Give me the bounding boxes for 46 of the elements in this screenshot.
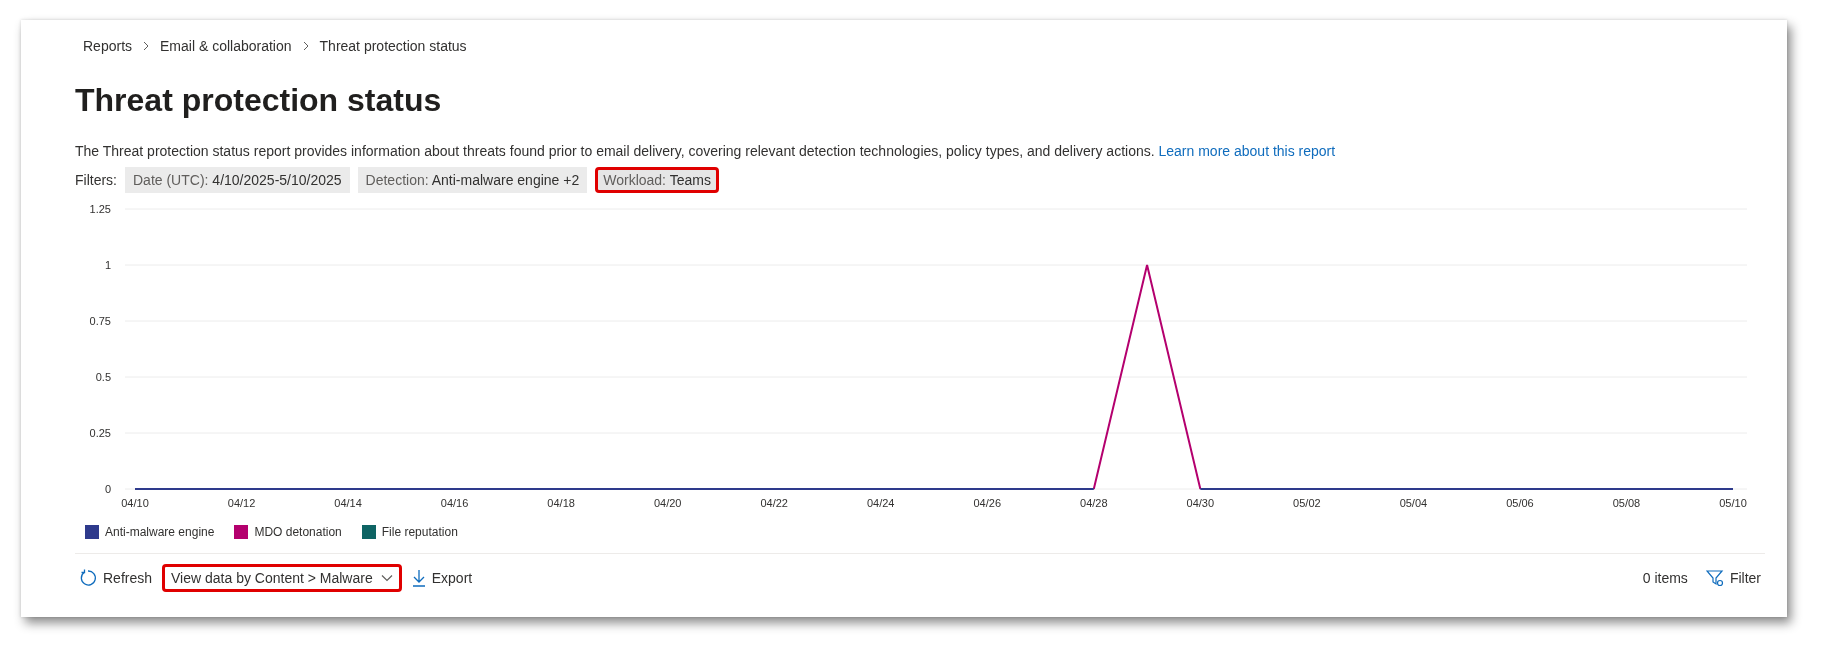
x-axis-label: 04/30 <box>1186 497 1215 509</box>
chevron-right-icon <box>301 41 310 51</box>
page-title: Threat protection status <box>75 82 443 119</box>
x-axis-label: 05/04 <box>1399 497 1428 509</box>
x-axis-label: 04/22 <box>760 497 788 509</box>
view-data-dropdown[interactable]: View data by Content > Malware <box>162 564 402 592</box>
export-button[interactable]: Export <box>407 565 477 591</box>
legend-label: File reputation <box>381 525 458 539</box>
legend-label: Anti-malware engine <box>105 525 215 539</box>
chevron-right-icon <box>142 41 151 51</box>
x-axis-label: 04/24 <box>866 497 895 509</box>
x-axis-label: 05/06 <box>1506 497 1534 509</box>
breadcrumb-link[interactable]: Threat protection status <box>319 38 467 54</box>
chevron-down-icon <box>380 574 393 582</box>
x-axis-label: 04/20 <box>653 497 682 509</box>
y-axis-label: 0.25 <box>89 427 111 439</box>
y-axis-label: 1 <box>104 259 111 271</box>
filter-chip[interactable]: Workload: Teams <box>595 167 719 193</box>
x-axis-label: 05/10 <box>1719 497 1747 509</box>
refresh-icon <box>79 569 97 587</box>
x-axis-label: 04/26 <box>973 497 1002 509</box>
download-icon <box>411 569 426 587</box>
filter-chip[interactable]: Date (UTC): 4/10/2025-5/10/2025 <box>125 167 350 193</box>
filter-button[interactable]: Filter <box>1701 565 1765 591</box>
filters-label: Filters: <box>75 172 117 188</box>
breadcrumb-link[interactable]: Email & collaboration <box>160 38 292 54</box>
learn-more-link[interactable]: Learn more about this report <box>1158 143 1336 159</box>
filter-chip[interactable]: Detection: Anti-malware engine +2 <box>357 167 588 193</box>
x-axis-label: 05/08 <box>1612 497 1641 509</box>
y-axis-label: 0.75 <box>89 315 111 327</box>
x-axis-label: 04/16 <box>440 497 469 509</box>
y-axis-label: 0 <box>104 483 111 495</box>
x-axis-label: 04/10 <box>121 497 149 509</box>
x-axis-label: 04/28 <box>1080 497 1108 509</box>
x-axis-label: 04/18 <box>547 497 575 509</box>
description-text: The Threat protection status report provides information about threats found prior to email delivery, covering relevant detection technologies, policy types, and delivery actions. Learn more about this report <box>75 143 1337 159</box>
x-axis-label: 05/02 <box>1293 497 1321 509</box>
y-axis-label: 1.25 <box>89 203 111 215</box>
item-count: 0 items <box>1642 570 1688 586</box>
x-axis-label: 04/12 <box>227 497 256 509</box>
breadcrumb-link[interactable]: Reports <box>83 38 133 54</box>
refresh-button[interactable]: Refresh <box>75 565 157 591</box>
y-axis-label: 0.5 <box>95 371 111 383</box>
legend-label: MDO detonation <box>254 525 342 539</box>
x-axis-label: 04/14 <box>334 497 362 509</box>
filter-icon <box>1705 569 1724 587</box>
